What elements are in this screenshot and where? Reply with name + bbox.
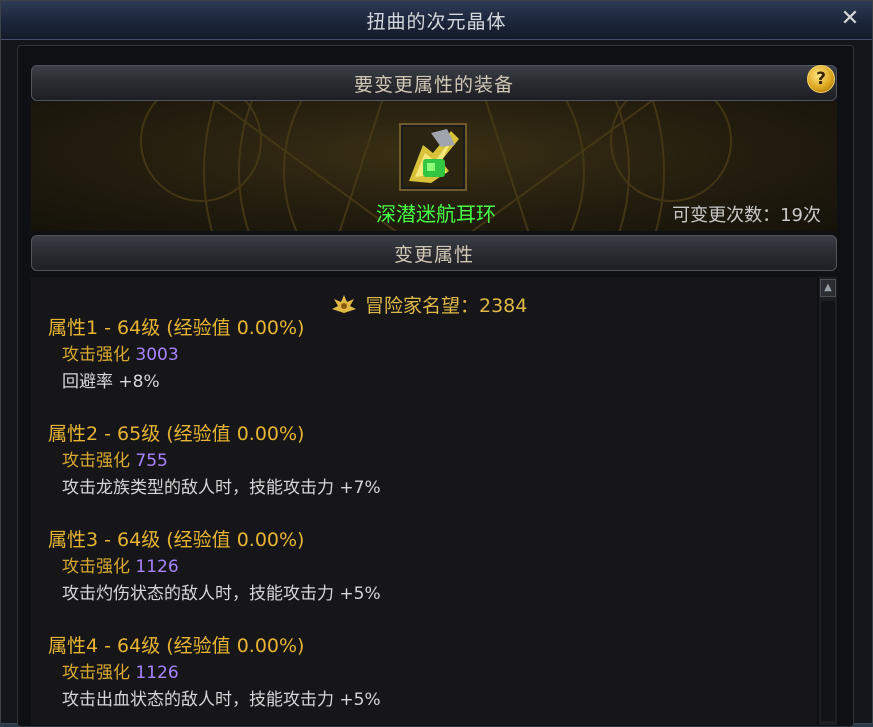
stat-value: 1126 bbox=[135, 557, 179, 577]
renown-icon bbox=[332, 295, 356, 313]
stat-value: 755 bbox=[135, 451, 168, 471]
attribute-block-2: 属性2 - 65级 (经验值 0.00%) 攻击强化 755 攻击龙族类型的敌人… bbox=[48, 420, 381, 502]
attribute-block-1: 属性1 - 64级 (经验值 0.00%) 攻击强化 3003 回避率 +8% bbox=[48, 314, 304, 396]
stat-label: 攻击强化 bbox=[62, 663, 130, 683]
equipment-slot[interactable] bbox=[399, 123, 467, 191]
change-count: 可变更次数：19次 bbox=[672, 205, 821, 226]
help-icon[interactable]: ? bbox=[807, 65, 835, 93]
renown-text: 冒险家名望：2384 bbox=[365, 294, 528, 317]
scrollbar[interactable]: ▲ bbox=[819, 277, 837, 725]
attribute-title: 属性1 - 64级 (经验值 0.00%) bbox=[48, 317, 305, 339]
stat-value: 3003 bbox=[135, 345, 179, 365]
window-titlebar[interactable]: 扭曲的次元晶体 ✕ bbox=[1, 1, 872, 40]
window-title: 扭曲的次元晶体 bbox=[366, 10, 507, 33]
crystal-window: 扭曲的次元晶体 ✕ 要变更属性的装备 ? 深潜迷航耳环 可变更次数：19次 变更… bbox=[0, 0, 873, 727]
attribute-title: 属性3 - 64级 (经验值 0.00%) bbox=[48, 529, 305, 551]
attribute-block-4: 属性4 - 64级 (经验值 0.00%) 攻击强化 1126 攻击出血状态的敌… bbox=[48, 632, 381, 714]
stat-label: 攻击强化 bbox=[62, 557, 130, 577]
equip-section-header: 要变更属性的装备 bbox=[31, 65, 837, 101]
close-icon[interactable]: ✕ bbox=[838, 7, 862, 31]
stat-label: 攻击强化 bbox=[62, 451, 130, 471]
attribute-stat: 攻击强化 1126 bbox=[48, 554, 381, 581]
scroll-track[interactable] bbox=[821, 301, 835, 721]
earring-item-icon bbox=[403, 127, 463, 187]
attribute-effect: 攻击灼伤状态的敌人时，技能攻击力 +5% bbox=[62, 584, 381, 604]
renown-display: 冒险家名望：2384 bbox=[331, 291, 527, 317]
equip-section-title: 要变更属性的装备 bbox=[353, 73, 514, 96]
change-section-header: 变更属性 bbox=[31, 235, 837, 271]
item-name: 深潜迷航耳环 bbox=[376, 202, 496, 226]
change-section-title: 变更属性 bbox=[393, 243, 474, 266]
attribute-stat: 攻击强化 1126 bbox=[48, 660, 381, 687]
attribute-effect: 回避率 +8% bbox=[62, 372, 160, 392]
scroll-up-icon[interactable]: ▲ bbox=[820, 279, 836, 297]
attribute-effect: 攻击出血状态的敌人时，技能攻击力 +5% bbox=[62, 690, 381, 710]
attribute-stat: 攻击强化 3003 bbox=[48, 342, 304, 369]
stat-value: 1126 bbox=[135, 663, 179, 683]
attribute-block-3: 属性3 - 64级 (经验值 0.00%) 攻击强化 1126 攻击灼伤状态的敌… bbox=[48, 526, 381, 608]
stat-label: 攻击强化 bbox=[62, 345, 130, 365]
attribute-stat: 攻击强化 755 bbox=[48, 448, 381, 475]
attribute-title: 属性2 - 65级 (经验值 0.00%) bbox=[48, 423, 305, 445]
attribute-effect: 攻击龙族类型的敌人时，技能攻击力 +7% bbox=[62, 478, 381, 498]
attribute-title: 属性4 - 64级 (经验值 0.00%) bbox=[48, 635, 305, 657]
